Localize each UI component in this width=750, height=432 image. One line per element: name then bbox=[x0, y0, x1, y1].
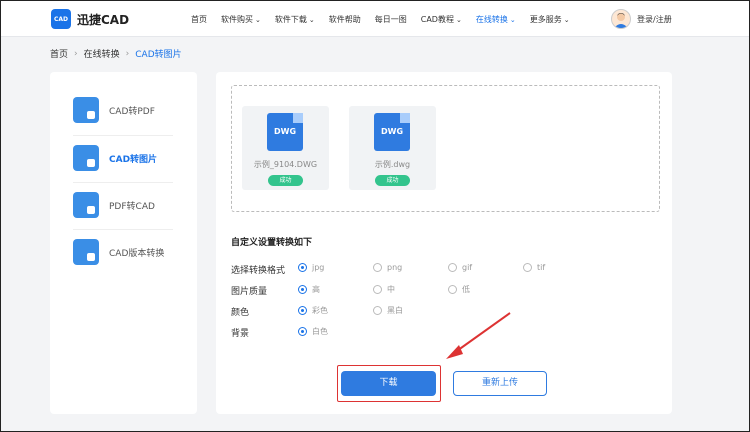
quality-label: 图片质量 bbox=[231, 287, 268, 297]
user-avatar-icon bbox=[614, 13, 628, 28]
sidebar-item-cad-version[interactable]: CAD版本转换 bbox=[73, 231, 175, 273]
download-button[interactable]: 下载 bbox=[341, 371, 436, 396]
chevron-down-icon: ⌄ bbox=[509, 15, 516, 24]
sidebar-item-label: PDF转CAD bbox=[109, 201, 155, 212]
user-area: 登录/注册 bbox=[611, 9, 672, 29]
radio-color-color[interactable]: 彩色 bbox=[298, 305, 328, 316]
nav-home[interactable]: 首页 bbox=[191, 14, 207, 25]
dwg-file-icon: DWG bbox=[374, 113, 410, 151]
main-panel: DWG 示例_9104.DWG 成功 DWG 示例.dwg 成功 自定义设置转换… bbox=[216, 72, 672, 414]
nav-tutorial[interactable]: CAD教程 ⌄ bbox=[421, 14, 462, 25]
radio-quality-low[interactable]: 低 bbox=[448, 284, 470, 295]
sidebar-divider bbox=[73, 135, 173, 136]
breadcrumb-online-convert[interactable]: 在线转换 bbox=[84, 47, 120, 60]
breadcrumb-current: CAD转图片 bbox=[135, 50, 182, 60]
radio-format-png[interactable]: png bbox=[373, 263, 402, 272]
avatar[interactable] bbox=[611, 9, 631, 29]
file-name: 示例_9104.DWG bbox=[253, 160, 318, 169]
chevron-down-icon: ⌄ bbox=[255, 15, 261, 24]
nav-help[interactable]: 软件帮助 bbox=[329, 14, 361, 25]
radio-background-white[interactable]: 白色 bbox=[298, 326, 328, 337]
sidebar-divider bbox=[73, 182, 173, 183]
dwg-file-icon: DWG bbox=[267, 113, 303, 151]
nav-online-convert[interactable]: 在线转换 ⌄ bbox=[476, 14, 516, 25]
sidebar-divider bbox=[73, 229, 173, 230]
radio-format-tif[interactable]: tif bbox=[523, 263, 545, 272]
status-badge: 成功 bbox=[268, 175, 303, 186]
sidebar-item-cad-to-pdf[interactable]: CAD转PDF bbox=[73, 89, 175, 131]
breadcrumb-separator-icon: › bbox=[125, 48, 130, 59]
file-card[interactable]: DWG 示例.dwg 成功 bbox=[349, 106, 436, 190]
upload-dropzone[interactable]: DWG 示例_9104.DWG 成功 DWG 示例.dwg 成功 bbox=[231, 85, 660, 212]
sidebar: CAD转PDF CAD转图片 PDF转CAD CAD版本转换 bbox=[50, 72, 197, 414]
cad-version-icon bbox=[73, 239, 99, 265]
breadcrumb-home[interactable]: 首页 bbox=[50, 47, 68, 60]
status-badge: 成功 bbox=[375, 175, 410, 186]
file-card[interactable]: DWG 示例_9104.DWG 成功 bbox=[242, 106, 329, 190]
main-nav: 首页 软件购买 ⌄ 软件下载 ⌄ 软件帮助 每日一图 CAD教程 ⌄ 在线转换 ⌄ 更多… bbox=[191, 1, 584, 37]
logo-text: 迅捷CAD bbox=[77, 12, 130, 27]
nav-download[interactable]: 软件下载 ⌄ bbox=[275, 14, 315, 25]
file-type-badge: DWG bbox=[273, 127, 297, 136]
sidebar-item-label: CAD转PDF bbox=[109, 106, 155, 117]
nav-buy[interactable]: 软件购买 ⌄ bbox=[221, 14, 261, 25]
top-header: CAD 迅捷CAD 首页 软件购买 ⌄ 软件下载 ⌄ 软件帮助 每日一图 CAD教程… bbox=[1, 1, 749, 37]
chevron-down-icon: ⌄ bbox=[308, 15, 315, 24]
radio-quality-medium[interactable]: 中 bbox=[373, 284, 395, 295]
cad-to-pdf-icon bbox=[73, 97, 99, 123]
login-register-link[interactable]: 登录/注册 bbox=[637, 14, 672, 25]
chevron-down-icon: ⌄ bbox=[455, 15, 462, 24]
format-label: 选择转换格式 bbox=[231, 266, 286, 276]
nav-daily[interactable]: 每日一图 bbox=[375, 14, 407, 25]
file-type-badge: DWG bbox=[380, 127, 404, 136]
sidebar-item-label: CAD版本转换 bbox=[109, 248, 165, 259]
sidebar-item-pdf-to-cad[interactable]: PDF转CAD bbox=[73, 184, 175, 226]
sidebar-item-label: CAD转图片 bbox=[109, 154, 158, 165]
color-label: 颜色 bbox=[231, 308, 250, 318]
settings-title: 自定义设置转换如下 bbox=[231, 238, 313, 248]
breadcrumb-separator-icon: › bbox=[74, 48, 78, 59]
radio-format-gif[interactable]: gif bbox=[448, 263, 472, 272]
sidebar-item-cad-to-image[interactable]: CAD转图片 bbox=[73, 137, 175, 179]
nav-more[interactable]: 更多服务 ⌄ bbox=[530, 14, 570, 25]
radio-quality-high[interactable]: 高 bbox=[298, 284, 320, 295]
background-label: 背景 bbox=[231, 329, 250, 339]
cad-to-image-icon bbox=[73, 145, 99, 171]
cad-logo-icon: CAD bbox=[51, 9, 71, 29]
pdf-to-cad-icon bbox=[73, 192, 99, 218]
reupload-button[interactable]: 重新上传 bbox=[453, 371, 547, 396]
file-name: 示例.dwg bbox=[374, 160, 411, 169]
radio-format-jpg[interactable]: jpg bbox=[298, 263, 324, 272]
breadcrumb: 首页 › 在线转换 › CAD转图片 bbox=[50, 47, 188, 61]
chevron-down-icon: ⌄ bbox=[563, 15, 570, 24]
radio-color-bw[interactable]: 黑白 bbox=[373, 305, 403, 316]
logo[interactable]: CAD 迅捷CAD bbox=[51, 9, 129, 29]
